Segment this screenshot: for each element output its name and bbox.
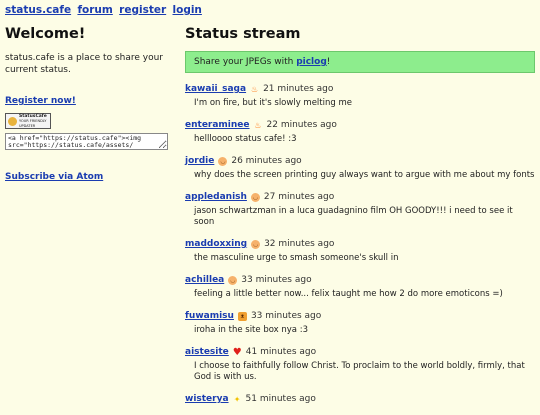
badge-subtitle: YOUR FRIENDLY UPDATER <box>19 118 47 128</box>
status-time: 27 minutes ago <box>263 192 335 202</box>
smile-face-icon: ◡ <box>250 192 260 202</box>
stream-heading: Status stream <box>185 26 301 42</box>
status-entry: kawaii_saga ♨ 21 minutes ago I'm on fire… <box>185 83 535 109</box>
status-time: 26 minutes ago <box>231 156 302 166</box>
embed-code-textarea[interactable] <box>5 133 168 150</box>
status-time: 41 minutes ago <box>245 347 317 357</box>
status-username-link[interactable]: enteraminee <box>185 120 250 130</box>
status-text: jason schwartzman in a luca guadagnino f… <box>194 206 513 227</box>
nav-forum-link[interactable]: forum <box>77 4 112 16</box>
status-text: feeling a little better now... felix tau… <box>194 289 503 299</box>
fire-icon: ♨ <box>254 120 262 130</box>
piclog-link[interactable]: piclog <box>296 57 327 67</box>
smile-face-icon: ◡ <box>251 239 261 249</box>
heart-icon: ♥ <box>232 346 242 358</box>
status-entry: achillea ◡ 33 minutes ago feeling a litt… <box>185 274 535 300</box>
status-username-link[interactable]: appledanish <box>185 192 247 202</box>
fire-icon: ♨ <box>250 84 259 94</box>
status-username-link[interactable]: jordie <box>185 156 214 166</box>
nav-home-link[interactable]: status.cafe <box>5 4 71 16</box>
intro-text: status.cafe is a place to share your cur… <box>5 53 163 75</box>
nav-register-link[interactable]: register <box>119 4 166 16</box>
status-username-link[interactable]: fuwamisu <box>185 311 234 321</box>
status-time: 51 minutes ago <box>245 394 316 404</box>
status-entry: aistesite ♥ 41 minutes ago I choose to f… <box>185 346 535 383</box>
status-text: I choose to faithfully follow Christ. To… <box>194 361 525 382</box>
top-nav: status.cafe forum register login <box>5 4 205 16</box>
sparkle-icon: ✦ <box>233 394 241 404</box>
piclog-banner: Share your JPEGs with piclog! <box>185 51 535 73</box>
banner-prefix: Share your JPEGs with <box>194 57 297 67</box>
status-time: 22 minutes ago <box>266 120 337 130</box>
register-now-link[interactable]: Register now! <box>5 96 76 106</box>
cat-face-icon: ᴥ <box>237 311 247 321</box>
status-time: 33 minutes ago <box>250 311 322 321</box>
status-username-link[interactable]: kawaii_saga <box>185 84 246 94</box>
status-text: the masculine urge to smash someone's sk… <box>194 253 399 263</box>
status-entry: wisterya ✦ 51 minutes ago <box>185 393 535 405</box>
status-username-link[interactable]: aistesite <box>185 347 229 357</box>
status-text: why does the screen printing guy always … <box>194 170 535 180</box>
status-text: I'm on fire, but it's slowly melting me <box>194 98 352 108</box>
badge-face-icon <box>8 116 17 126</box>
status-username-link[interactable]: maddoxxing <box>185 239 247 249</box>
status-text: iroha in the site box nya :3 <box>194 325 308 335</box>
status-time: 21 minutes ago <box>263 84 334 94</box>
status-entry: fuwamisu ᴥ 33 minutes ago iroha in the s… <box>185 310 535 336</box>
subscribe-atom-link[interactable]: Subscribe via Atom <box>5 172 103 182</box>
status-entry: maddoxxing ◡ 32 minutes ago the masculin… <box>185 238 535 264</box>
status-username-link[interactable]: achillea <box>185 275 224 285</box>
welcome-heading: Welcome! <box>5 26 86 42</box>
nav-login-link[interactable]: login <box>173 4 202 16</box>
status-cafe-badge[interactable]: StatusCafe YOUR FRIENDLY UPDATER <box>5 113 51 129</box>
status-entry: appledanish ◡ 27 minutes ago jason schwa… <box>185 191 535 228</box>
smile-face-icon: ◡ <box>218 156 228 166</box>
main-content: Status stream Share your JPEGs with picl… <box>185 26 535 415</box>
sidebar: Welcome! status.cafe is a place to share… <box>5 26 170 183</box>
status-entry: enteraminee ♨ 22 minutes ago hellloooo s… <box>185 119 535 145</box>
status-username-link[interactable]: wisterya <box>185 394 229 404</box>
status-entry: jordie ◡ 26 minutes ago why does the scr… <box>185 155 535 181</box>
status-time: 33 minutes ago <box>241 275 312 285</box>
banner-suffix: ! <box>326 57 331 67</box>
status-time: 32 minutes ago <box>264 239 335 249</box>
smile-face-icon: ◡ <box>228 275 238 285</box>
status-text: hellloooo status cafe! :3 <box>194 134 297 144</box>
